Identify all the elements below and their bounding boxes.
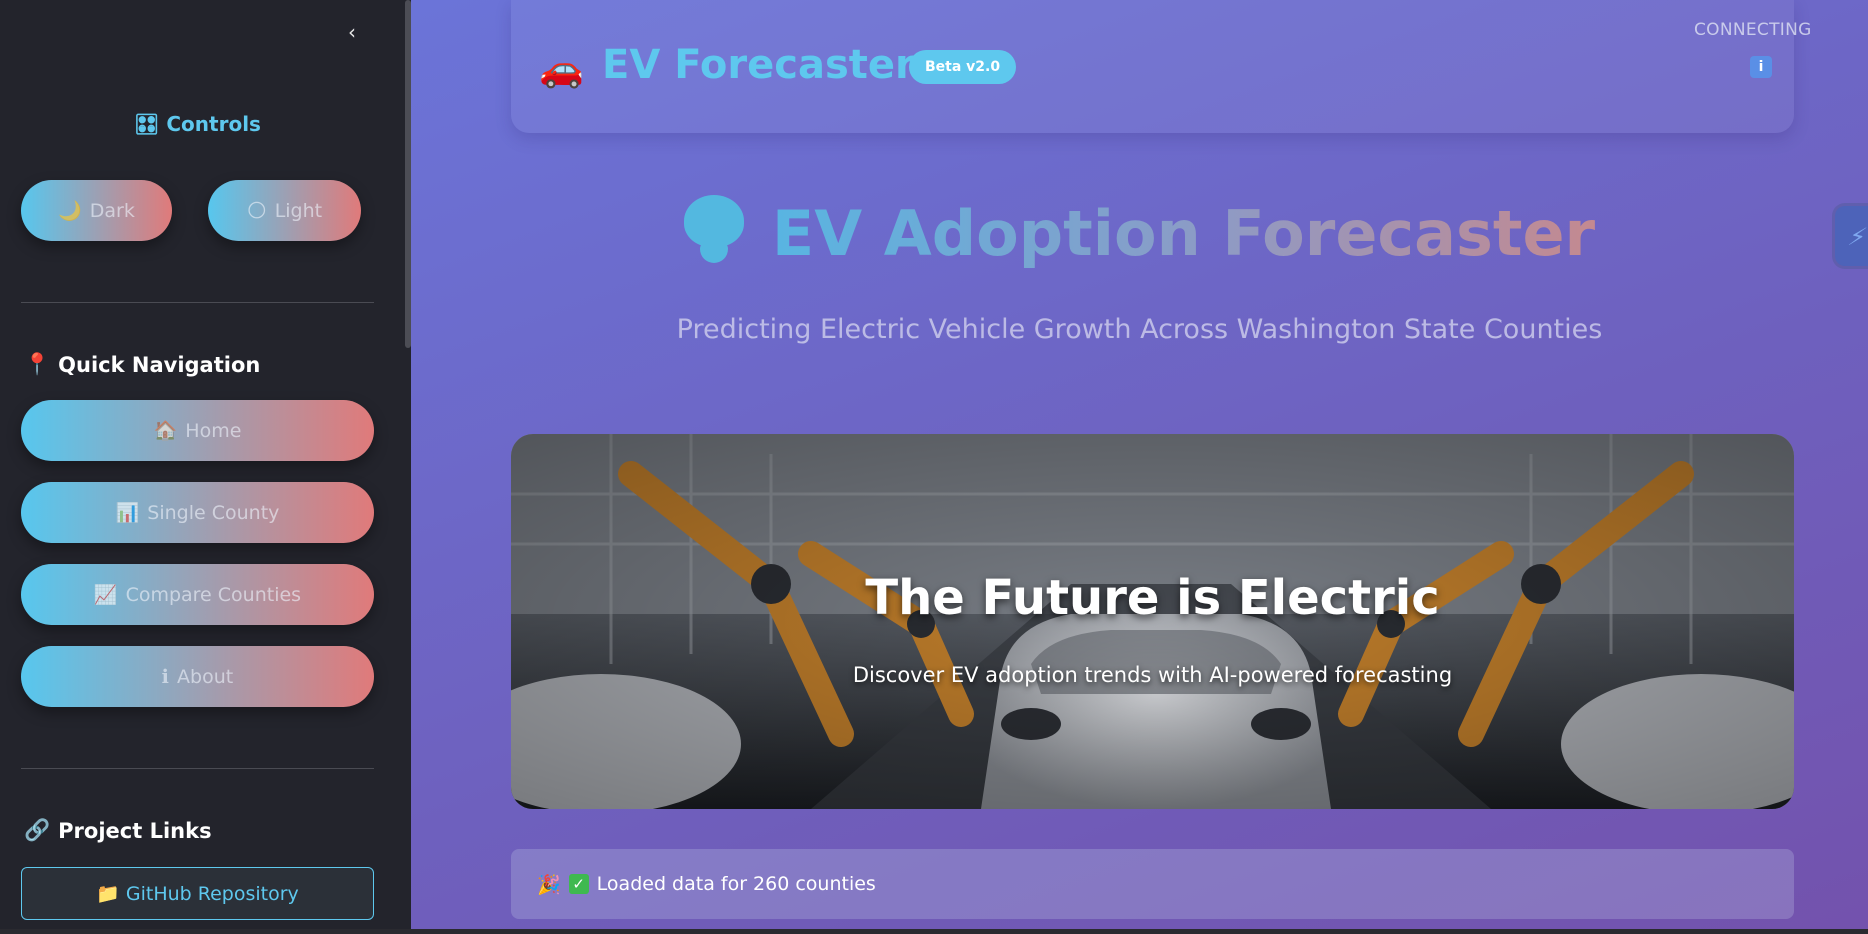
nav-single-county-button[interactable]: 📊 Single County: [21, 482, 374, 543]
control-knobs-icon: 🎛: [134, 112, 160, 136]
banner-title: The Future is Electric: [865, 570, 1440, 626]
github-repository-label: GitHub Repository: [125, 882, 299, 905]
trend-chart-icon: 📈: [93, 584, 118, 606]
nav-single-county-label: Single County: [147, 501, 280, 524]
lightning-icon: ⚡: [1845, 223, 1868, 251]
folder-icon: 📁: [96, 883, 120, 905]
project-links-heading: 🔗 Project Links: [24, 818, 212, 843]
page-subtitle: Predicting Electric Vehicle Growth Acros…: [676, 314, 1603, 345]
hero-banner: The Future is Electric Discover EV adopt…: [511, 434, 1794, 809]
head-profile-icon: [683, 195, 744, 265]
nav-home-label: Home: [185, 419, 242, 442]
divider: [21, 768, 374, 769]
status-text: Loaded data for 260 counties: [596, 873, 876, 895]
controls-title: Controls: [166, 112, 261, 136]
nav-compare-counties-button[interactable]: 📈 Compare Counties: [21, 564, 374, 625]
sidebar: ‹ 🎛 Controls 🌙 Dark 🌕 Light 📍 Quick Navi…: [0, 0, 411, 934]
quick-navigation-heading: 📍 Quick Navigation: [24, 352, 260, 377]
moon-icon: 🌙: [58, 200, 82, 222]
status-message: 🎉 ✓ Loaded data for 260 counties: [511, 849, 1794, 919]
main-content: 🚗 EV Forecaster Beta v2.0 CONNECTING i E…: [411, 0, 1868, 929]
check-mark-icon: ✓: [568, 874, 589, 894]
info-icon: ℹ: [161, 665, 170, 688]
link-icon: 🔗: [24, 818, 51, 842]
dark-theme-button[interactable]: 🌙 Dark: [21, 180, 172, 241]
nav-compare-counties-label: Compare Counties: [125, 583, 302, 606]
quick-navigation-title: Quick Navigation: [58, 352, 261, 377]
collapse-sidebar-icon[interactable]: ‹: [340, 20, 364, 44]
banner-subtitle: Discover EV adoption trends with AI-powe…: [852, 663, 1453, 687]
controls-heading: 🎛 Controls: [0, 112, 395, 136]
nav-home-button[interactable]: 🏠 Home: [21, 400, 374, 461]
light-theme-label: Light: [274, 199, 323, 222]
pin-icon: 📍: [24, 352, 51, 376]
project-links-title: Project Links: [58, 818, 212, 843]
full-moon-icon: 🌕: [246, 199, 267, 222]
car-icon: 🚗: [539, 49, 584, 90]
brand-title: EV Forecaster: [602, 42, 915, 88]
nav-about-button[interactable]: ℹ About: [21, 646, 374, 707]
party-popper-icon: 🎉: [537, 873, 561, 896]
divider: [21, 302, 374, 303]
dark-theme-label: Dark: [89, 199, 135, 222]
floating-widget-button[interactable]: ⚡: [1835, 206, 1868, 266]
house-icon: 🏠: [153, 420, 178, 442]
bottom-edge: [0, 929, 1868, 934]
light-theme-button[interactable]: 🌕 Light: [208, 180, 361, 241]
connection-status: CONNECTING: [1694, 20, 1812, 40]
github-repository-button[interactable]: 📁 GitHub Repository: [21, 867, 374, 920]
bar-chart-icon: 📊: [115, 502, 140, 524]
info-icon[interactable]: i: [1750, 56, 1772, 78]
page-title: EV Adoption Forecaster: [411, 195, 1868, 270]
nav-about-label: About: [177, 665, 234, 688]
version-badge: Beta v2.0: [909, 50, 1017, 84]
page-title-text: EV Adoption Forecaster: [771, 197, 1596, 270]
